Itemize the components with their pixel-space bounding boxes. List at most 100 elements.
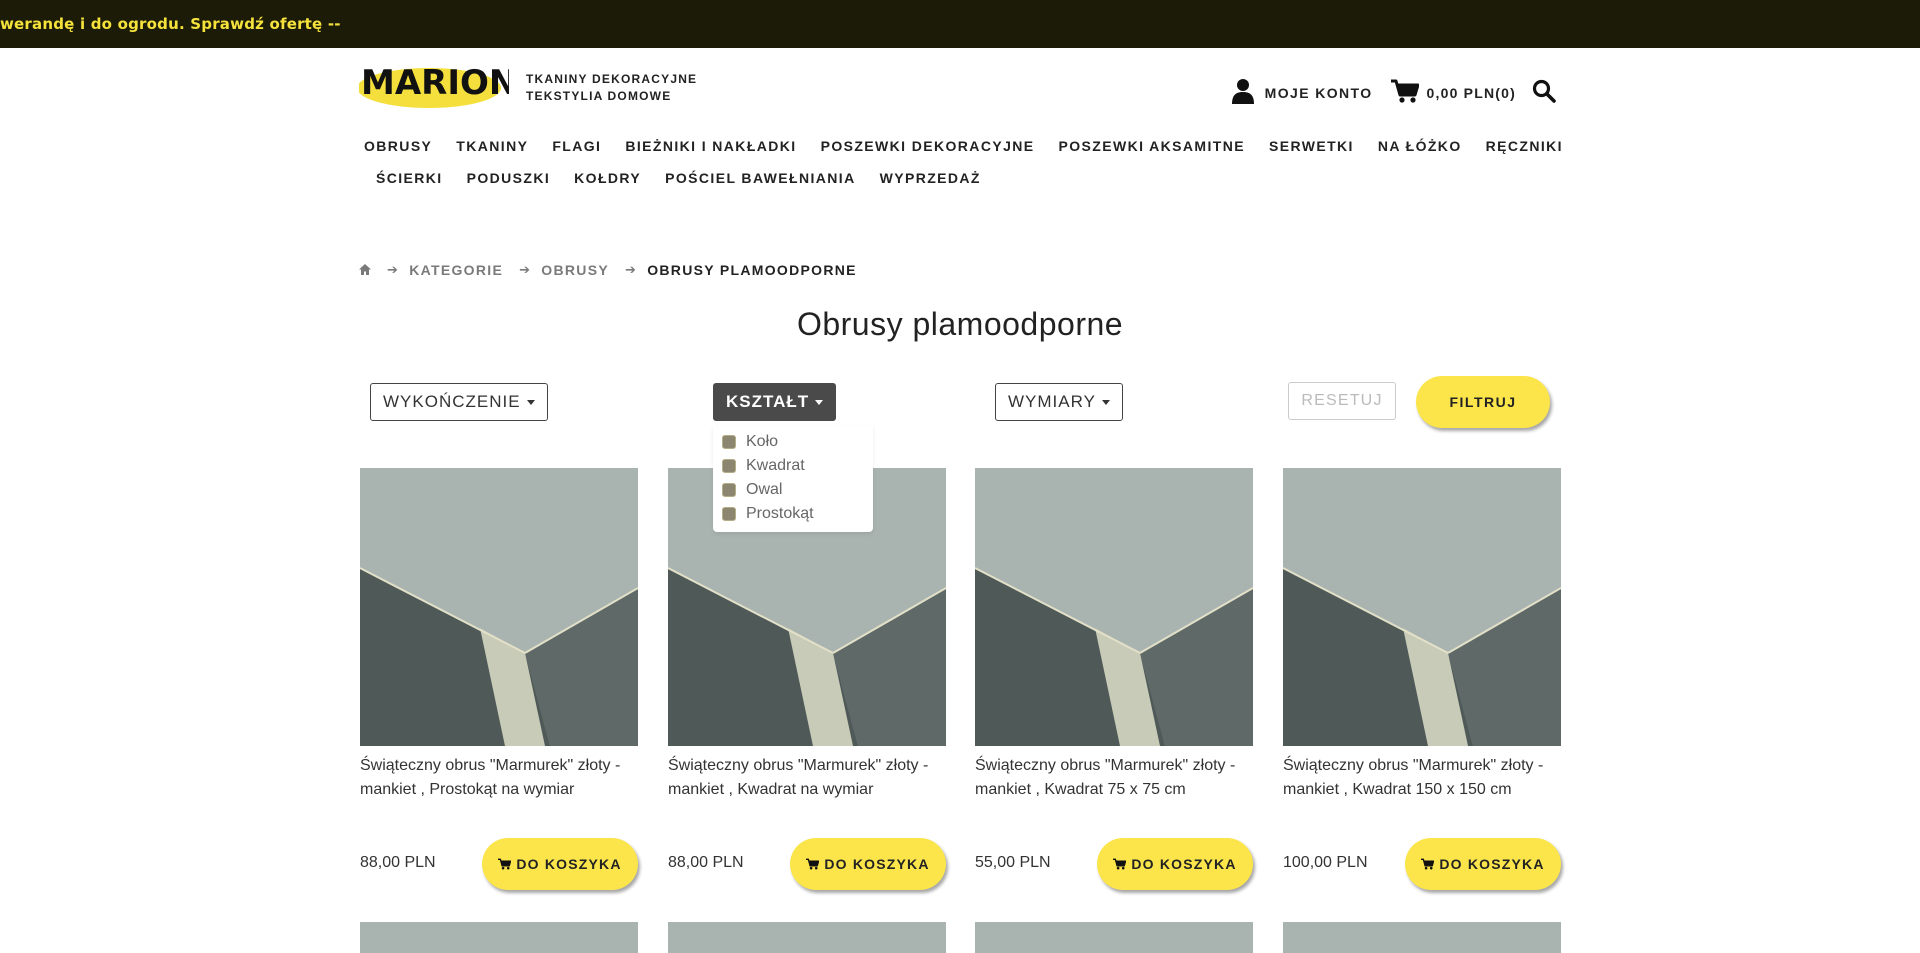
search-button[interactable] — [1532, 79, 1556, 108]
nav-item-tkaniny[interactable]: TKANINY — [444, 138, 540, 154]
reset-filters-button[interactable]: RESETUJ — [1288, 382, 1396, 420]
product-image[interactable] — [360, 468, 638, 746]
checkbox-icon[interactable] — [722, 459, 736, 473]
cart-icon — [1390, 79, 1420, 108]
arrow-right-icon: ➔ — [625, 262, 638, 277]
user-icon — [1231, 78, 1255, 109]
checkbox-icon[interactable] — [722, 507, 736, 521]
filter-shape-label: KSZTAŁT — [726, 392, 810, 411]
search-icon — [1532, 79, 1556, 108]
price-row: 88,00 PLN DO KOSZYKA — [668, 838, 946, 890]
checkbox-icon[interactable] — [722, 435, 736, 449]
nav-item-scierki[interactable]: ŚCIERKI — [364, 170, 455, 186]
product-image[interactable] — [668, 922, 946, 953]
product-price: 88,00 PLN — [360, 854, 436, 871]
tagline-line-1: TKANINY DEKORACYJNE — [526, 72, 698, 86]
product-image[interactable] — [975, 468, 1253, 746]
product-name[interactable]: Świąteczny obrus "Marmurek" złoty - mank… — [975, 754, 1253, 826]
cart-icon — [806, 858, 820, 870]
product-image[interactable] — [360, 922, 638, 953]
site-logo[interactable]: MARION — [357, 58, 517, 110]
cart-icon — [498, 858, 512, 870]
breadcrumb: ➔ KATEGORIE ➔ OBRUSY ➔ OBRUSY PLAMOODPOR… — [359, 262, 857, 278]
product-name[interactable]: Świąteczny obrus "Marmurek" złoty - mank… — [668, 754, 946, 826]
cart-icon — [1421, 858, 1435, 870]
shape-option-kwadrat[interactable]: Kwadrat — [713, 454, 873, 478]
shape-option-prostokat[interactable]: Prostokąt — [713, 502, 873, 526]
nav-item-obrusy[interactable]: OBRUSY — [352, 138, 444, 154]
cart-icon — [1113, 858, 1127, 870]
checkbox-icon[interactable] — [722, 483, 736, 497]
nav-row-1: OBRUSY TKANINY FLAGI BIEŻNIKI I NAKŁADKI… — [352, 130, 1572, 162]
site-tagline: TKANINY DEKORACYJNE TEKSTYLIA DOMOWE — [526, 71, 697, 105]
arrow-right-icon: ➔ — [519, 262, 532, 277]
nav-item-poduszki[interactable]: PODUSZKI — [455, 170, 563, 186]
shape-option-label: Owal — [746, 481, 783, 498]
promo-marquee-bar: werandę i do ogrodu. Sprawdź ofertę -- — [0, 0, 1920, 48]
cart-total: 0,00 PLN(0) — [1426, 85, 1516, 101]
price-row: 100,00 PLN DO KOSZYKA — [1283, 838, 1561, 890]
nav-item-poszewki-aksamitne[interactable]: POSZEWKI AKSAMITNE — [1047, 138, 1257, 154]
nav-item-poszewki-dekoracyjne[interactable]: POSZEWKI DEKORACYJNE — [809, 138, 1047, 154]
product-image[interactable] — [1283, 922, 1561, 953]
add-to-cart-button[interactable]: DO KOSZYKA — [482, 838, 638, 890]
shape-dropdown-menu: Koło Kwadrat Owal Prostokąt — [713, 426, 873, 532]
nav-item-flagi[interactable]: FLAGI — [540, 138, 613, 154]
shape-option-label: Kwadrat — [746, 457, 805, 474]
nav-item-reczniki[interactable]: RĘCZNIKI — [1474, 138, 1575, 154]
apply-filters-button[interactable]: FILTRUJ — [1416, 376, 1550, 428]
arrow-right-icon: ➔ — [387, 262, 400, 277]
promo-marquee-text[interactable]: werandę i do ogrodu. Sprawdź ofertę -- — [0, 15, 341, 33]
breadcrumb-current: OBRUSY PLAMOODPORNE — [647, 262, 857, 278]
add-to-cart-button[interactable]: DO KOSZYKA — [790, 838, 946, 890]
main-navigation: OBRUSY TKANINY FLAGI BIEŻNIKI I NAKŁADKI… — [352, 130, 1572, 194]
product-price: 88,00 PLN — [668, 854, 744, 871]
product-image[interactable] — [975, 922, 1253, 953]
shape-option-label: Koło — [746, 433, 779, 450]
filter-size-label: WYMIARY — [1008, 392, 1096, 411]
breadcrumb-obrusy[interactable]: OBRUSY — [541, 262, 609, 278]
filter-size-dropdown[interactable]: WYMIARY — [995, 383, 1123, 421]
header-actions: MOJE KONTO 0,00 PLN(0) — [1231, 78, 1556, 108]
nav-item-posciel[interactable]: POŚCIEL BAWEŁNIANIA — [653, 170, 867, 186]
logo-wordmark: MARION — [361, 63, 509, 103]
product-card: Świąteczny obrus "Marmurek" złoty - mank… — [1283, 468, 1561, 890]
filter-finish-dropdown[interactable]: WYKOŃCZENIE — [370, 383, 548, 421]
add-to-cart-label: DO KOSZYKA — [824, 856, 930, 872]
page-title: Obrusy plamoodporne — [796, 306, 1124, 342]
shape-option-kolo[interactable]: Koło — [713, 430, 873, 454]
product-name[interactable]: Świąteczny obrus "Marmurek" złoty - mank… — [360, 754, 638, 826]
tagline-line-2: TEKSTYLIA DOMOWE — [526, 89, 672, 103]
add-to-cart-button[interactable]: DO KOSZYKA — [1097, 838, 1253, 890]
home-icon[interactable] — [359, 262, 371, 278]
add-to-cart-label: DO KOSZYKA — [516, 856, 622, 872]
add-to-cart-label: DO KOSZYKA — [1439, 856, 1545, 872]
filter-shape-dropdown[interactable]: KSZTAŁT — [713, 383, 837, 421]
product-card: Świąteczny obrus "Marmurek" złoty - mank… — [975, 468, 1253, 890]
price-row: 88,00 PLN DO KOSZYKA — [360, 838, 638, 890]
nav-row-2: ŚCIERKI PODUSZKI KOŁDRY POŚCIEL BAWEŁNIA… — [352, 162, 1572, 194]
cart-link[interactable]: 0,00 PLN(0) — [1390, 79, 1516, 108]
nav-item-na-lozko[interactable]: NA ŁÓŻKO — [1366, 138, 1474, 154]
product-card: Świąteczny obrus "Marmurek" złoty - mank… — [360, 468, 638, 890]
nav-item-serwetki[interactable]: SERWETKI — [1257, 138, 1366, 154]
filter-finish-label: WYKOŃCZENIE — [383, 392, 521, 411]
account-link[interactable]: MOJE KONTO — [1231, 78, 1373, 109]
product-name[interactable]: Świąteczny obrus "Marmurek" złoty - mank… — [1283, 754, 1561, 826]
shape-option-owal[interactable]: Owal — [713, 478, 873, 502]
account-label: MOJE KONTO — [1264, 85, 1373, 101]
breadcrumb-kategorie[interactable]: KATEGORIE — [409, 262, 503, 278]
caret-down-icon — [815, 399, 824, 405]
nav-item-biezniki[interactable]: BIEŻNIKI I NAKŁADKI — [613, 138, 808, 154]
add-to-cart-label: DO KOSZYKA — [1131, 856, 1237, 872]
product-image[interactable] — [1283, 468, 1561, 746]
product-price: 55,00 PLN — [975, 854, 1051, 871]
add-to-cart-button[interactable]: DO KOSZYKA — [1405, 838, 1561, 890]
product-price: 100,00 PLN — [1283, 854, 1368, 871]
shape-option-label: Prostokąt — [746, 505, 814, 522]
caret-down-icon — [526, 399, 535, 405]
price-row: 55,00 PLN DO KOSZYKA — [975, 838, 1253, 890]
caret-down-icon — [1101, 399, 1110, 405]
nav-item-koldry[interactable]: KOŁDRY — [562, 170, 653, 186]
nav-item-wyprzedaz[interactable]: WYPRZEDAŻ — [868, 170, 993, 186]
